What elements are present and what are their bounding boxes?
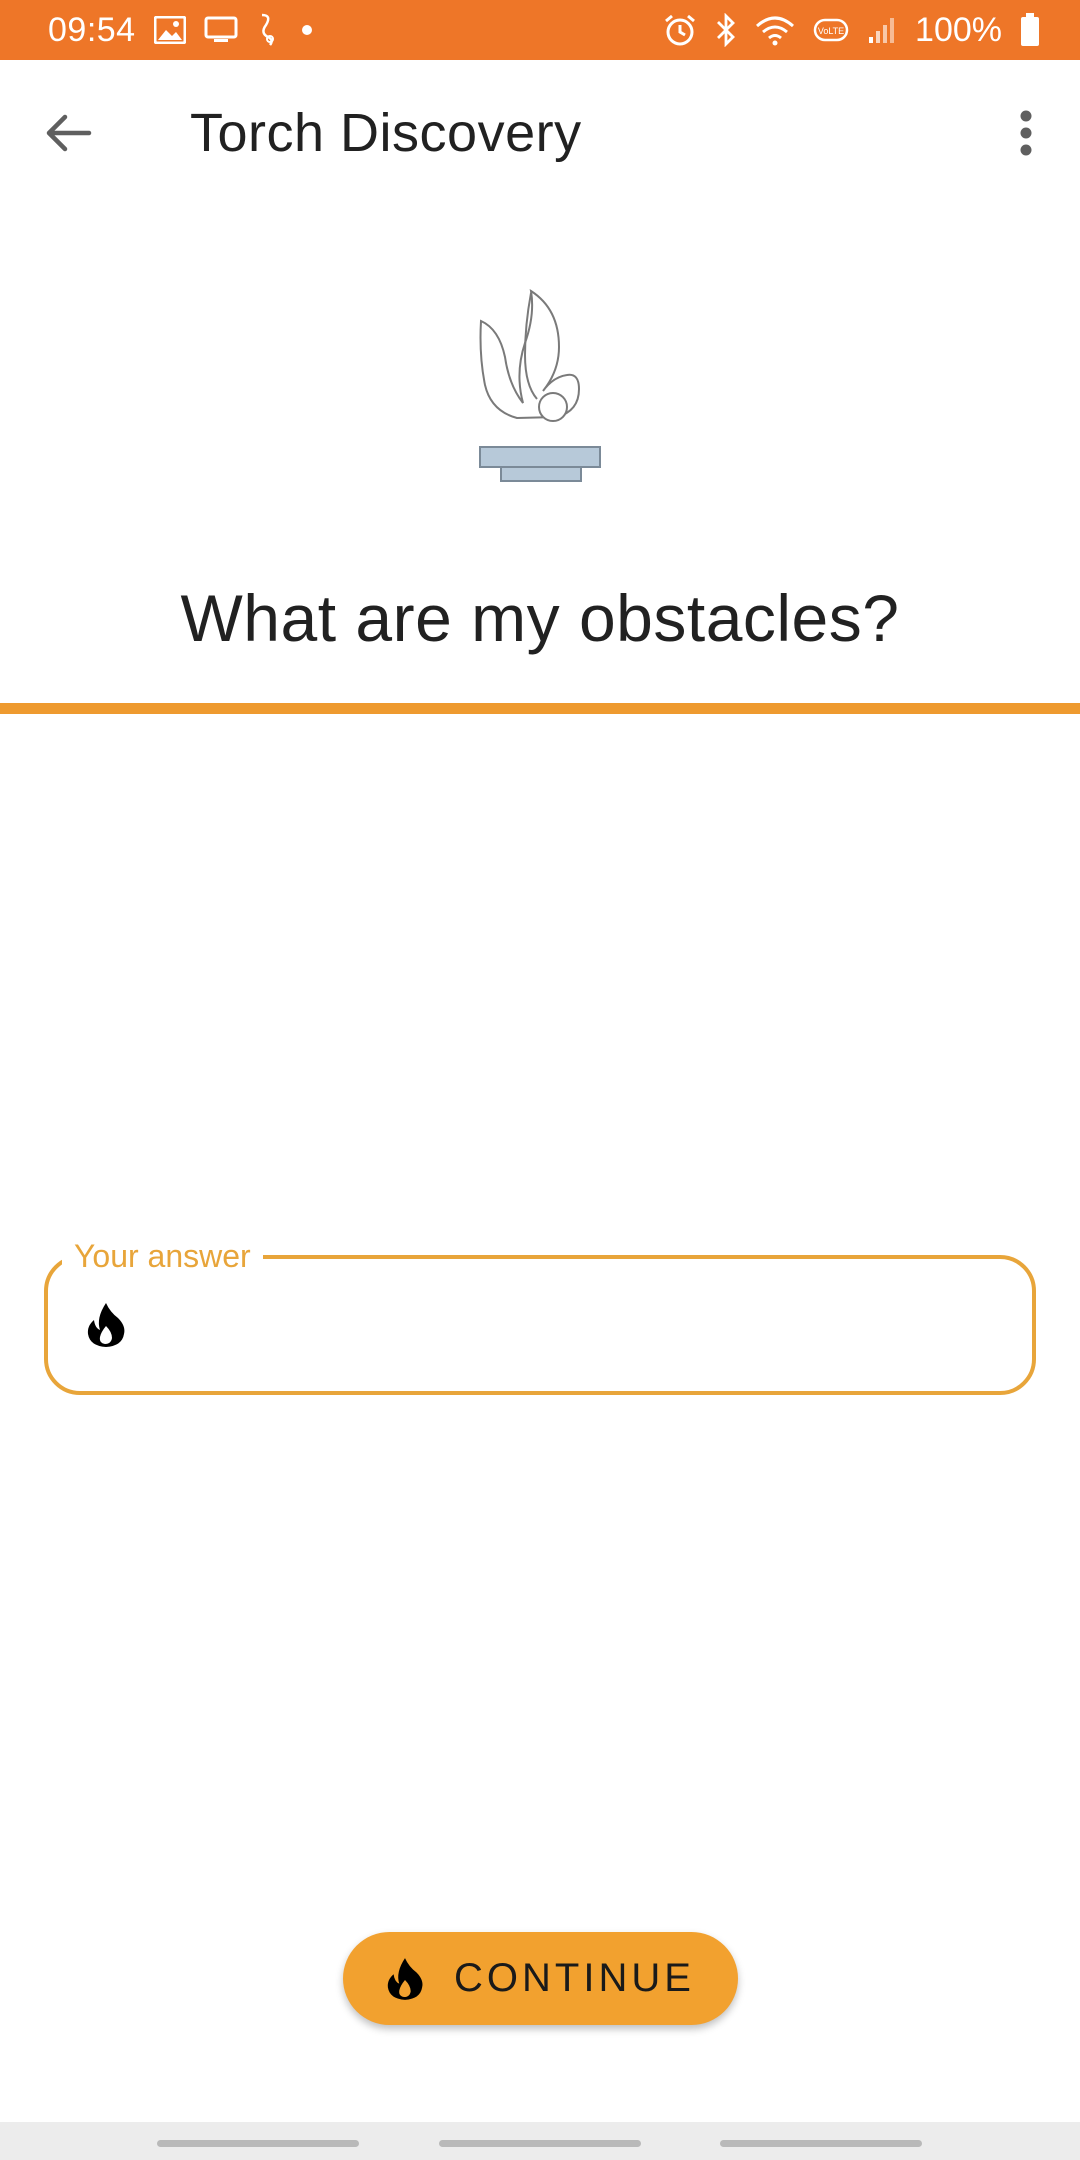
alarm-icon <box>663 14 697 46</box>
battery-percent: 100% <box>915 10 1002 49</box>
wifi-icon <box>755 14 795 46</box>
question-title: What are my obstacles? <box>180 581 900 655</box>
divider <box>0 703 1080 714</box>
continue-label: CONTINUE <box>454 1956 695 2000</box>
cast-icon <box>204 16 238 44</box>
answer-input[interactable] <box>150 1290 1010 1360</box>
status-right: VoLTE 100% <box>663 11 1040 50</box>
answer-label: Your answer <box>62 1238 263 1275</box>
status-bar: 09:54 VoLTE 100% <box>0 0 1080 60</box>
back-button[interactable] <box>36 100 102 166</box>
dot-icon <box>301 25 312 35</box>
svg-text:VoLTE: VoLTE <box>818 26 844 36</box>
bluetooth-icon <box>715 13 737 47</box>
torch-logo-icon <box>479 288 601 482</box>
app-title: Torch Discovery <box>190 103 582 163</box>
navigation-bar <box>0 2122 1080 2160</box>
flame-icon <box>387 1957 423 2000</box>
arrow-left-icon <box>46 114 92 152</box>
accessibility-icon <box>256 13 278 47</box>
nav-back-pill[interactable] <box>720 2140 922 2147</box>
flame-icon <box>87 1303 125 1347</box>
more-vert-icon <box>1020 110 1032 156</box>
status-time: 09:54 <box>48 10 136 49</box>
signal-icon <box>867 15 897 45</box>
battery-icon <box>1020 13 1040 47</box>
continue-button[interactable]: CONTINUE <box>343 1932 738 2025</box>
image-icon <box>153 16 186 44</box>
nav-home-pill[interactable] <box>439 2140 641 2147</box>
app-bar: Torch Discovery <box>0 60 1080 206</box>
status-left: 09:54 <box>48 11 312 50</box>
nav-recents-pill[interactable] <box>157 2140 359 2147</box>
overflow-menu-button[interactable] <box>996 100 1056 166</box>
volte-icon: VoLTE <box>813 14 849 46</box>
